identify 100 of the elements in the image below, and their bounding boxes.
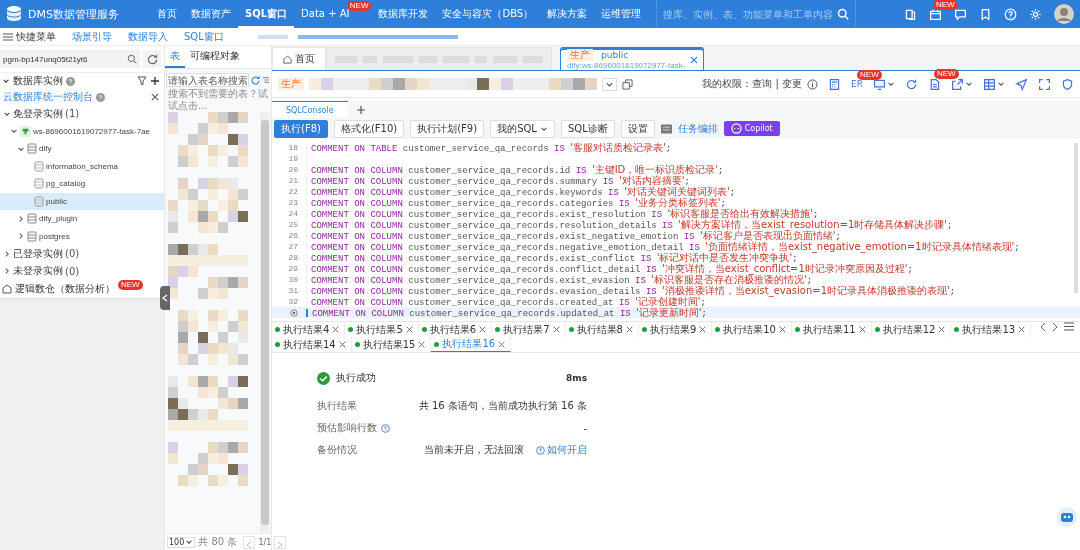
result-tab[interactable]: 执行结果8 (565, 322, 639, 337)
toolbar-button[interactable] (905, 77, 918, 91)
result-tab[interactable]: 执行结果12 (871, 322, 952, 337)
scrollbar[interactable] (1074, 143, 1078, 293)
result-tab[interactable]: 执行结果14 (272, 337, 352, 352)
close-icon[interactable] (479, 326, 487, 333)
dropdown-button[interactable]: 我的SQL (490, 119, 555, 138)
dropdown-button[interactable] (951, 77, 973, 91)
search-icon[interactable] (127, 54, 137, 64)
table-search-field[interactable]: 请输入表名称搜索 (166, 73, 249, 87)
copilot-button[interactable]: Copilot (723, 121, 780, 136)
home-tab[interactable]: 首页 (272, 47, 326, 70)
er-diagram-button[interactable]: ER (851, 79, 863, 89)
toolbar-button[interactable] (828, 77, 842, 91)
refresh-button[interactable] (143, 50, 161, 68)
nav-link[interactable]: 运维管理 (594, 0, 649, 28)
tree-item[interactable]: dify (0, 140, 164, 158)
console-tab[interactable]: 生产 public dify:ws-8696001619072977-task- (560, 47, 705, 70)
list-settings-icon[interactable] (262, 75, 270, 85)
tree-item[interactable]: postgres (0, 227, 164, 245)
tree-item[interactable]: pg_catalog (0, 175, 164, 193)
console-link[interactable]: 云数据库统一控制台 (3, 90, 93, 104)
filter-icon[interactable] (137, 76, 147, 86)
tree-item[interactable]: ws-8696001619072977-task-7ae (0, 122, 164, 140)
quick-menu-button[interactable]: 快捷菜单 (3, 29, 56, 44)
keyboard-icon[interactable] (660, 123, 672, 134)
result-tab[interactable]: 执行结果15 (351, 337, 432, 352)
close-icon[interactable] (625, 326, 633, 333)
chevron-right-icon[interactable] (17, 232, 25, 241)
chevron-down-icon[interactable] (10, 127, 18, 136)
info-icon[interactable] (807, 78, 819, 90)
collapse-handle[interactable] (160, 286, 170, 310)
chevron-right-icon[interactable] (3, 267, 11, 276)
toolbar-button[interactable]: 执行计划(F9) (410, 119, 485, 138)
nav-link[interactable]: SQL窗口 (238, 0, 295, 28)
sql-editor[interactable] (272, 139, 1080, 322)
panel-tab[interactable]: 可编程对象 (185, 46, 245, 68)
instance-search-field[interactable]: pgm-bp147unq05t21yt6 (0, 50, 140, 68)
result-tab[interactable]: 执行结果13 (951, 322, 1032, 337)
help-icon[interactable] (66, 76, 75, 86)
nav-link[interactable]: 数据库开发 (371, 0, 436, 28)
result-tab[interactable]: 执行结果4 (272, 322, 346, 337)
avatar[interactable] (1054, 4, 1074, 24)
close-icon[interactable] (690, 56, 699, 64)
panel-tab[interactable]: 表 (165, 46, 185, 68)
editor-tab[interactable]: SQLConsole (272, 101, 348, 118)
result-tab[interactable]: 执行结果11 (792, 322, 872, 337)
nav-link[interactable]: 数据资产 (184, 0, 238, 28)
database-select[interactable] (602, 77, 617, 91)
close-icon[interactable] (338, 341, 346, 348)
toolbar-button[interactable]: 设置 (620, 119, 655, 138)
nav-link[interactable]: 安全与容灾（DBS） (435, 0, 541, 28)
task-link[interactable]: 任务编排 (677, 121, 718, 136)
toolbar-button[interactable]: SQL诊断 (560, 119, 615, 138)
nav-link[interactable]: 首页 (150, 0, 184, 28)
tree-item[interactable]: 免登录实例 (1) (0, 105, 164, 123)
chevron-right-icon[interactable] (3, 249, 11, 258)
tree-item[interactable]: dify_plugin (0, 210, 164, 228)
result-tab[interactable]: 执行结果7 (492, 322, 566, 337)
close-icon[interactable] (552, 326, 560, 333)
logical-warehouse-item[interactable]: 逻辑数仓（数据分析） (15, 282, 115, 296)
search-icon[interactable] (837, 8, 850, 20)
result-tab[interactable]: 执行结果10 (712, 322, 792, 337)
close-icon[interactable] (151, 93, 159, 101)
tree-item[interactable]: 已登录实例 (0) (0, 245, 164, 263)
close-icon[interactable] (418, 341, 426, 348)
close-icon[interactable] (498, 340, 506, 348)
close-icon[interactable] (332, 326, 340, 333)
global-search-field[interactable]: 搜库、实例、表、功能菜单和工单内容 (663, 8, 834, 20)
toolbar-button[interactable]: 格式化(F10) (333, 119, 405, 138)
toolbar-button[interactable] (1061, 77, 1074, 91)
quick-link[interactable]: SQL窗口 (184, 29, 224, 44)
quick-link[interactable]: 数据导入 (128, 29, 168, 44)
dropdown-button[interactable] (983, 77, 1005, 91)
tree-item[interactable]: information_schema (0, 157, 164, 175)
assistant-icon[interactable] (1056, 506, 1078, 528)
close-icon[interactable] (1018, 326, 1026, 333)
run-button[interactable]: 执行(F8) (274, 119, 328, 138)
nav-link[interactable]: 解决方案 (540, 0, 595, 28)
add-tab-icon[interactable] (355, 104, 366, 115)
close-icon[interactable] (699, 326, 707, 333)
add-icon[interactable] (150, 76, 160, 86)
help-icon[interactable] (96, 92, 105, 102)
toolbar-button[interactable] (928, 77, 941, 91)
tree-item[interactable]: 未登录实例 (0) (0, 262, 164, 280)
scrollbar[interactable] (260, 112, 270, 533)
page-size-select[interactable]: 100 (167, 536, 196, 548)
result-tab[interactable]: 执行结果6 (418, 322, 493, 337)
close-icon[interactable] (405, 326, 413, 333)
tree-item[interactable]: public (0, 192, 164, 210)
help-link[interactable]: 如何开启 (536, 443, 587, 457)
toolbar-button[interactable] (1038, 77, 1051, 91)
toolbar-button[interactable] (1015, 77, 1028, 91)
scroll-arrows-icon[interactable] (1039, 322, 1059, 332)
close-icon[interactable] (938, 326, 946, 333)
result-tab[interactable]: 执行结果16 (431, 337, 512, 352)
quick-link[interactable]: 场景引导 (72, 29, 112, 44)
close-icon[interactable] (858, 326, 866, 333)
copy-icon[interactable] (622, 78, 633, 90)
menu-icon[interactable] (1064, 322, 1074, 331)
